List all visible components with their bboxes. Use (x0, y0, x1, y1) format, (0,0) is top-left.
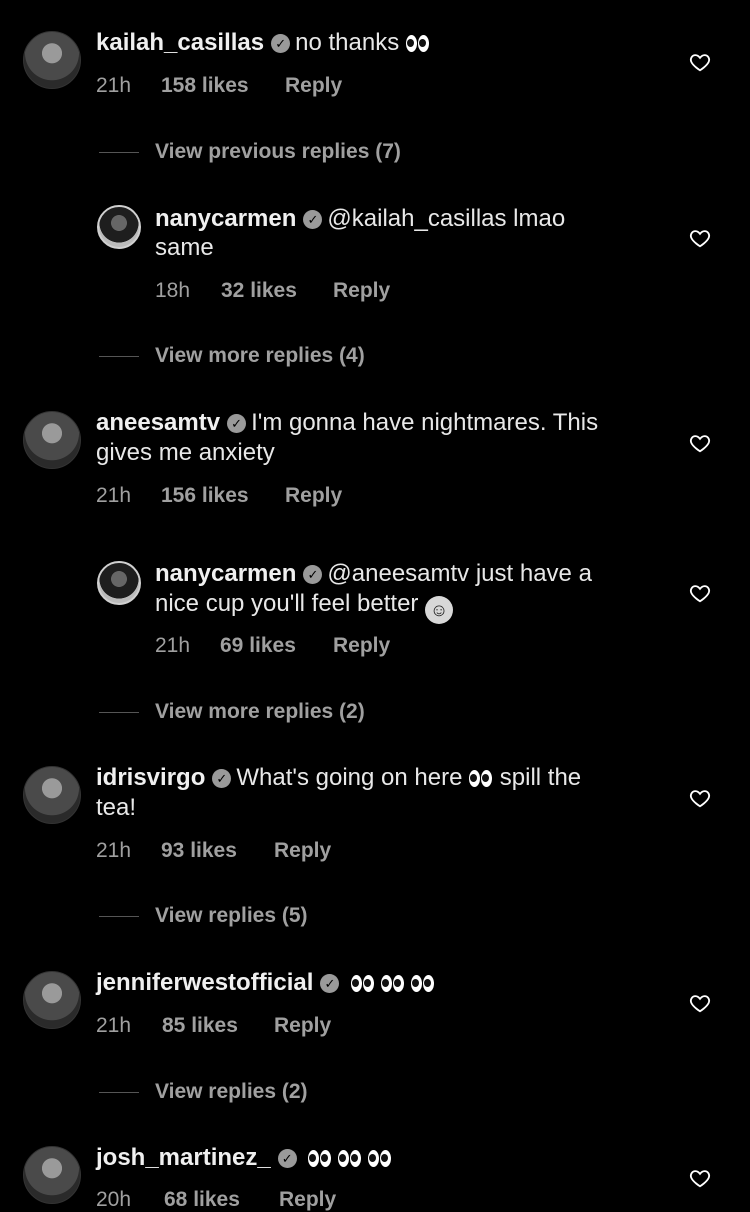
username[interactable]: josh_martinez_ (96, 1144, 271, 1171)
verified-badge-icon: ✓ (303, 565, 323, 584)
verified-badge-icon: ✓ (320, 974, 340, 993)
comment-text-line2: nice cup you'll feel better ☺ (155, 589, 454, 624)
heart-outline-icon[interactable] (689, 1167, 711, 1189)
avatar[interactable] (23, 411, 81, 469)
comment-text-line2: tea! (96, 794, 137, 821)
comment-text-line2: gives me anxiety (96, 439, 275, 466)
timestamp: 21h (96, 839, 132, 862)
comment-meta: 21h 93 likes Reply (96, 839, 396, 863)
likes-count[interactable]: 93 likes (161, 839, 237, 863)
woozy-face-emoji: ☺ (425, 596, 454, 624)
heart-outline-icon[interactable] (689, 787, 711, 809)
reply-button[interactable]: Reply (333, 279, 390, 303)
view-replies-button[interactable]: View more replies (2) (99, 700, 499, 724)
reply-button[interactable]: Reply (285, 74, 342, 98)
reply-button[interactable]: Reply (333, 634, 390, 658)
comment-meta: 21h 158 likes Reply (96, 74, 396, 98)
comment-text: kailah_casillas ✓ no thanks (96, 28, 430, 60)
username[interactable]: idrisvirgo (96, 764, 205, 791)
avatar[interactable] (23, 971, 81, 1029)
username[interactable]: aneesamtv (96, 409, 220, 436)
comment-text: nanycarmen ✓ @kailah_casillas lmao (155, 205, 566, 232)
avatar[interactable] (23, 31, 81, 89)
timestamp: 21h (96, 1014, 132, 1037)
eyes-emoji (405, 30, 430, 60)
heart-outline-icon[interactable] (689, 51, 711, 73)
comment-text: josh_martinez_ ✓ (96, 1143, 398, 1175)
comment-meta: 20h 68 likes Reply (96, 1188, 396, 1212)
comment-meta: 21h 69 likes Reply (155, 634, 455, 658)
username[interactable]: kailah_casillas (96, 29, 264, 56)
timestamp: 21h (155, 634, 191, 657)
comment-text-line2: same (155, 234, 214, 261)
heart-outline-icon[interactable] (689, 432, 711, 454)
eyes-emoji (469, 765, 493, 795)
view-replies-button[interactable]: View replies (5) (99, 904, 499, 928)
comment-meta: 18h 32 likes Reply (155, 279, 455, 303)
view-replies-button[interactable]: View replies (2) (99, 1080, 499, 1104)
comment-meta: 21h 85 likes Reply (96, 1014, 396, 1038)
view-replies-button[interactable]: View more replies (4) (99, 344, 499, 368)
heart-outline-icon[interactable] (689, 582, 711, 604)
verified-badge-icon: ✓ (271, 34, 291, 53)
verified-badge-icon: ✓ (277, 1149, 297, 1168)
avatar[interactable] (97, 205, 141, 249)
avatar[interactable] (97, 561, 141, 605)
view-replies-button[interactable]: View previous replies (7) (99, 140, 499, 164)
reply-button[interactable]: Reply (279, 1188, 336, 1212)
likes-count[interactable]: 68 likes (164, 1188, 240, 1212)
reply-button[interactable]: Reply (285, 484, 342, 508)
avatar[interactable] (23, 1146, 81, 1204)
likes-count[interactable]: 156 likes (161, 484, 249, 508)
username[interactable]: nanycarmen (155, 205, 296, 232)
comment-text: nanycarmen ✓ @aneesamtv just have a (155, 560, 592, 587)
likes-count[interactable]: 85 likes (162, 1014, 238, 1038)
verified-badge-icon: ✓ (303, 210, 323, 229)
verified-badge-icon: ✓ (212, 769, 232, 788)
timestamp: 21h (96, 484, 132, 507)
username[interactable]: jenniferwestofficial (96, 969, 313, 996)
likes-count[interactable]: 69 likes (220, 634, 296, 658)
timestamp: 18h (155, 279, 191, 302)
likes-count[interactable]: 158 likes (161, 74, 249, 98)
avatar[interactable] (23, 766, 81, 824)
comment-text: idrisvirgo ✓ What's going on here spill th… (96, 763, 581, 795)
comment-meta: 21h 156 likes Reply (96, 484, 396, 508)
timestamp: 21h (96, 74, 132, 97)
timestamp: 20h (96, 1188, 132, 1211)
verified-badge-icon: ✓ (227, 414, 247, 433)
heart-outline-icon[interactable] (689, 227, 711, 249)
heart-outline-icon[interactable] (689, 992, 711, 1014)
comment-text: aneesamtv ✓ I'm gonna have nightmares. Thi… (96, 409, 599, 436)
reply-button[interactable]: Reply (274, 1014, 331, 1038)
comment-text: jenniferwestofficial ✓ (96, 968, 441, 1000)
reply-button[interactable]: Reply (274, 839, 331, 863)
eyes-emoji (308, 1145, 398, 1175)
likes-count[interactable]: 32 likes (221, 279, 297, 303)
username[interactable]: nanycarmen (155, 560, 296, 587)
eyes-emoji (351, 970, 441, 1000)
